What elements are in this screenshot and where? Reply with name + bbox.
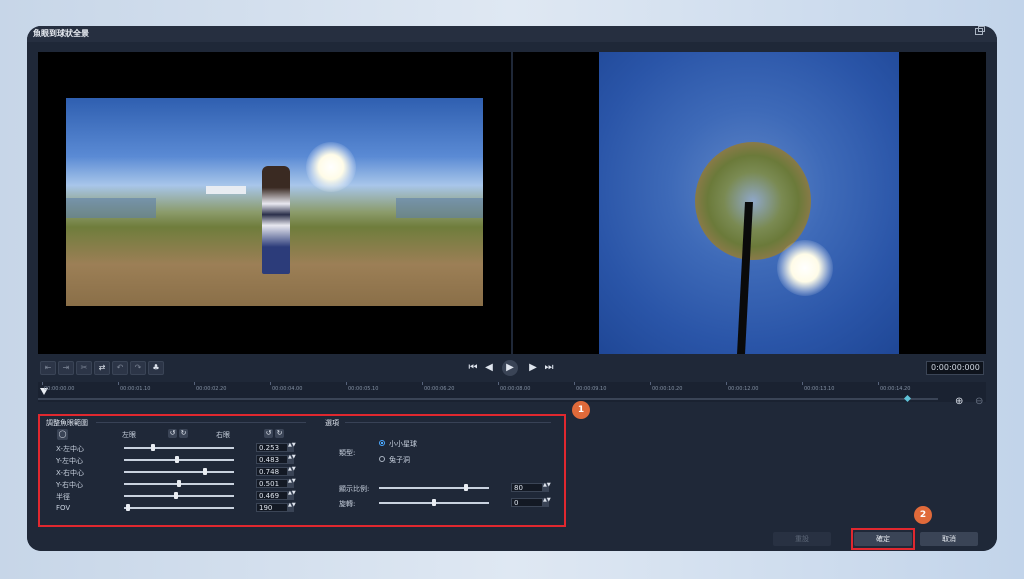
undo-icon[interactable]: ↶ [112, 361, 128, 375]
result-preview-pane [513, 52, 986, 354]
timeline-tick-label: 00:00:05.10 [348, 386, 379, 392]
playback-toolbar: ⇤ ⇥ ✂ ⇄ ↶ ↷ ♣ ⏮ ◀ ▶ ▶ ⏭ 0:00:00:000 [38, 356, 986, 380]
timeline-tick-label: 00:00:08.00 [500, 386, 531, 392]
go-to-end-icon[interactable]: ⏭ [542, 361, 556, 375]
previous-frame-icon[interactable]: ◀ [482, 361, 496, 375]
scrub-bar[interactable] [38, 398, 938, 400]
timeline-tick [726, 382, 727, 385]
step-badge-1: 1 [572, 401, 590, 419]
window-title: 魚眼到球狀全景 [33, 29, 89, 38]
source-preview-pane [38, 52, 511, 354]
timeline-tick-label: 00:00:13.10 [804, 386, 835, 392]
timeline-tick-label: 00:00:02.20 [196, 386, 227, 392]
next-frame-icon[interactable]: ▶ [526, 361, 540, 375]
redo-icon[interactable]: ↷ [130, 361, 146, 375]
step-badge-2: 2 [914, 506, 932, 524]
timeline-tick [498, 382, 499, 385]
timeline-tick-label: 00:00:10.20 [652, 386, 683, 392]
source-video-frame [66, 98, 483, 306]
play-icon[interactable]: ▶ [502, 360, 518, 376]
cancel-button[interactable]: 取消 [920, 532, 978, 546]
sea [66, 198, 156, 218]
go-to-start-icon[interactable]: ⏮ [466, 361, 480, 375]
timeline-tick-label: 00:00:00.00 [44, 386, 75, 392]
split-icon[interactable]: ✂ [76, 361, 92, 375]
mark-in-icon[interactable]: ⇤ [40, 361, 56, 375]
timeline-tick [194, 382, 195, 385]
reset-button[interactable]: 重設 [773, 532, 831, 546]
timecode-display[interactable]: 0:00:00:000 [926, 361, 984, 375]
timeline-tick-label: 00:00:06.20 [424, 386, 455, 392]
sun [306, 142, 356, 192]
mark-out-icon[interactable]: ⇥ [58, 361, 74, 375]
restore-window-icon[interactable] [975, 26, 985, 35]
sun [777, 240, 833, 296]
little-planet-frame [599, 52, 899, 354]
timeline-tick [422, 382, 423, 385]
timeline-tick [802, 382, 803, 385]
timeline-tick-label: 00:00:12.00 [728, 386, 759, 392]
settings-icon[interactable]: ♣ [148, 361, 164, 375]
title-bar: 魚眼到球狀全景 [27, 26, 997, 42]
timeline-tick-label: 00:00:14.20 [880, 386, 911, 392]
zoom-in-icon[interactable]: ⊕ [955, 396, 963, 407]
sea-right [396, 198, 483, 218]
swap-icon[interactable]: ⇄ [94, 361, 110, 375]
highlight-box-settings [38, 414, 566, 527]
lighthouse [206, 186, 246, 194]
timeline-tick [270, 382, 271, 385]
timeline-tick [42, 382, 43, 385]
person-figure [262, 166, 290, 274]
timeline-tick [118, 382, 119, 385]
timeline-tick [650, 382, 651, 385]
timeline-tick-label: 00:00:01.10 [120, 386, 151, 392]
highlight-box-ok [851, 528, 915, 550]
zoom-out-icon[interactable]: ⊖ [975, 396, 983, 407]
timeline-tick [878, 382, 879, 385]
timeline-tick [574, 382, 575, 385]
timeline-tick [346, 382, 347, 385]
timeline-tick-label: 00:00:09.10 [576, 386, 607, 392]
timeline-tick-label: 00:00:04.00 [272, 386, 303, 392]
